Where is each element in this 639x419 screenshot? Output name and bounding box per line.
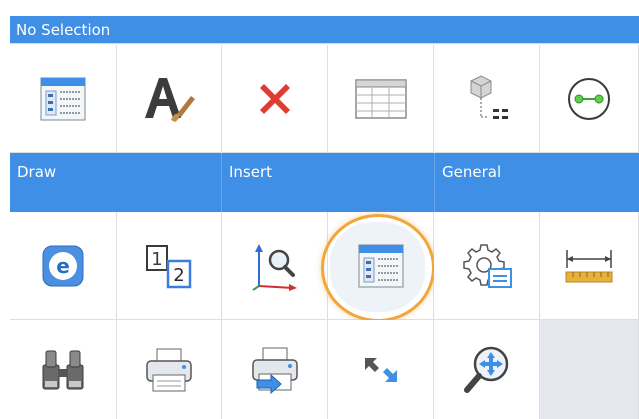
section-draw: Draw bbox=[10, 153, 222, 212]
print-export-button[interactable] bbox=[222, 320, 328, 419]
table-button[interactable] bbox=[328, 45, 434, 153]
print-icon bbox=[146, 348, 192, 391]
section-general: General bbox=[435, 153, 639, 212]
pan-button[interactable] bbox=[434, 320, 540, 419]
zoom-extents-button[interactable] bbox=[222, 212, 328, 320]
settings-button[interactable] bbox=[434, 212, 540, 320]
delete-button[interactable] bbox=[222, 45, 328, 153]
properties-icon bbox=[40, 77, 86, 120]
circle-center-icon bbox=[568, 77, 610, 120]
etransmit-button[interactable]: e bbox=[10, 212, 117, 320]
command-palette: No Selection Draw Insert General e 1 2 bbox=[0, 0, 639, 419]
section-insert: Insert bbox=[222, 153, 435, 212]
block-attribute-icon bbox=[470, 74, 508, 119]
dimension-measure-icon bbox=[565, 249, 613, 282]
numbering-button[interactable]: 1 2 bbox=[117, 212, 222, 320]
text-style-icon bbox=[145, 77, 195, 122]
find-button[interactable] bbox=[10, 320, 117, 419]
circle-center-button[interactable] bbox=[540, 45, 639, 153]
print-export-icon bbox=[251, 347, 298, 394]
properties-button[interactable] bbox=[10, 45, 117, 153]
section-general-label: General bbox=[442, 163, 502, 181]
section-header-bar: Draw Insert General bbox=[10, 153, 639, 212]
svg-text:1: 1 bbox=[151, 249, 162, 270]
delete-icon bbox=[259, 83, 290, 114]
section-insert-label: Insert bbox=[229, 163, 273, 181]
text-style-button[interactable] bbox=[117, 45, 222, 153]
left-gutter bbox=[0, 0, 10, 419]
table-icon bbox=[354, 78, 407, 119]
numbering-icon: 1 2 bbox=[146, 244, 192, 288]
find-binoculars-icon bbox=[42, 350, 84, 389]
pan-move-icon bbox=[463, 346, 508, 393]
block-attribute-button[interactable] bbox=[434, 45, 540, 153]
selection-header: No Selection bbox=[10, 16, 639, 44]
fullscreen-arrows-icon bbox=[364, 357, 397, 382]
svg-text:e: e bbox=[56, 254, 70, 278]
selection-label: No Selection bbox=[16, 20, 111, 39]
properties-panel-button[interactable] bbox=[328, 212, 434, 320]
settings-icon bbox=[462, 243, 512, 288]
empty-slot bbox=[540, 320, 639, 419]
fullscreen-button[interactable] bbox=[328, 320, 434, 419]
measure-button[interactable] bbox=[540, 212, 639, 320]
properties-panel-icon bbox=[358, 244, 403, 287]
print-button[interactable] bbox=[117, 320, 222, 419]
section-draw-label: Draw bbox=[17, 163, 57, 181]
svg-text:2: 2 bbox=[173, 265, 184, 286]
e-transmit-icon: e bbox=[42, 245, 84, 286]
zoom-extents-icon bbox=[251, 243, 297, 291]
